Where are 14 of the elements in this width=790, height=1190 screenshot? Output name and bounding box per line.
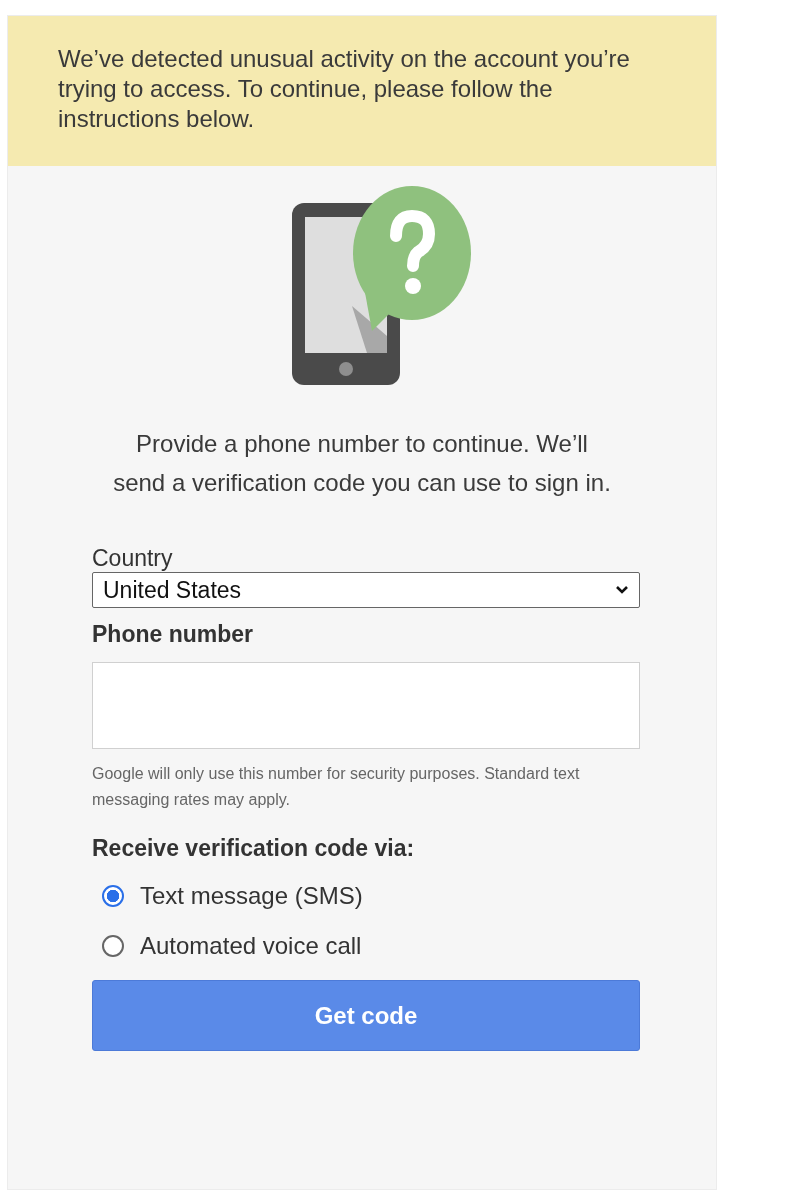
phone-label: Phone number (92, 620, 254, 648)
notice-text: We’ve detected unusual activity on the account you’re trying to access. To continue, please follow the instructions below. (58, 44, 631, 134)
method-heading: Receive verification code via: (92, 835, 416, 862)
option-label: Text message (SMS) (140, 882, 363, 910)
instruction-text: Provide a phone number to continue. We’ll send a verification code you can use to sign in. (112, 429, 612, 498)
option-label: Automated voice call (140, 932, 362, 960)
disclaimer-text: Google will only use this number for security purposes. Standard text messaging rates may apply. (92, 764, 581, 810)
radio-button[interactable] (102, 935, 124, 957)
chevron-down-icon (615, 585, 629, 595)
radio-button[interactable] (102, 885, 124, 907)
country-dropdown[interactable]: United States (92, 572, 640, 608)
phone-input-field[interactable] (92, 662, 640, 749)
phone-question-icon (292, 186, 472, 386)
country-label: Country (92, 544, 174, 572)
